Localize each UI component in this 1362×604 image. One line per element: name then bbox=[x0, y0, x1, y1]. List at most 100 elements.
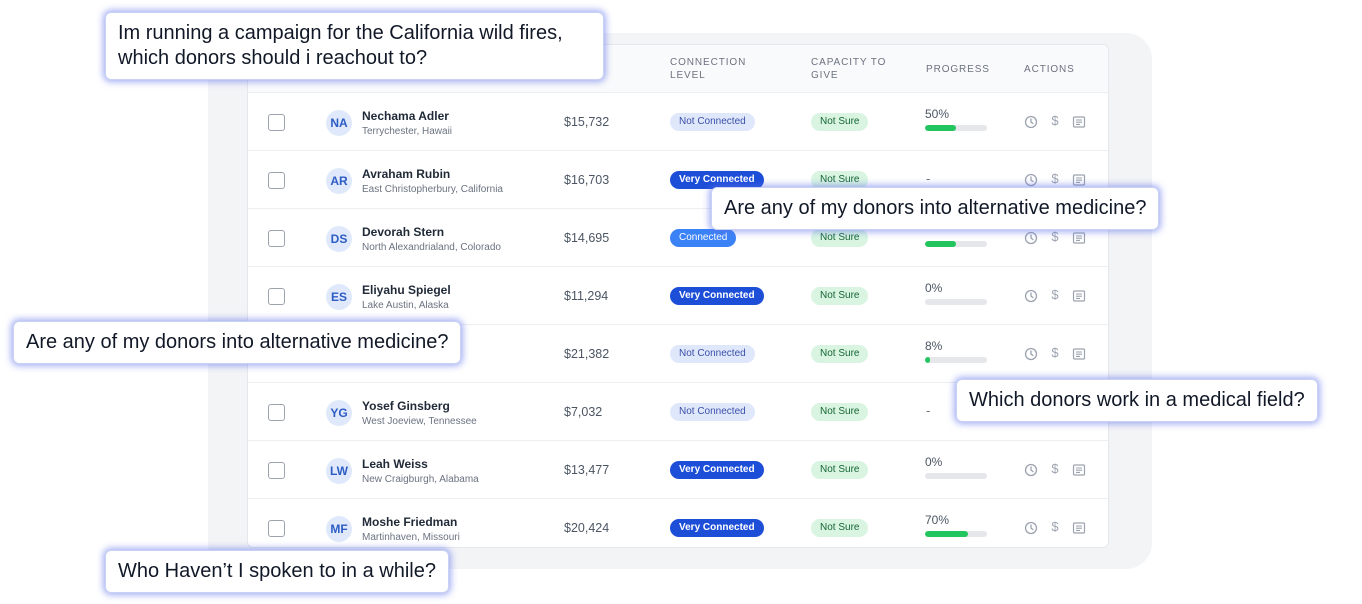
clock-icon[interactable] bbox=[1024, 115, 1038, 129]
capacity-badge: Not Sure bbox=[811, 345, 869, 363]
donor-name[interactable]: Yosef Ginsberg bbox=[362, 399, 450, 413]
progress-bar-fill bbox=[925, 357, 930, 363]
progress-bar bbox=[925, 125, 987, 131]
progress-bar bbox=[925, 531, 987, 537]
dollar-icon[interactable]: $ bbox=[1048, 287, 1062, 303]
donor-amount: $15,732 bbox=[564, 115, 610, 129]
progress-bar bbox=[925, 299, 987, 305]
avatar: NA bbox=[326, 110, 352, 136]
prompt-bubble-alt-medicine-right: Are any of my donors into alternative me… bbox=[711, 187, 1160, 230]
row-checkbox[interactable] bbox=[268, 404, 285, 421]
dollar-icon[interactable]: $ bbox=[1048, 113, 1062, 129]
donor-location: Martinhaven, Missouri bbox=[362, 532, 460, 543]
note-icon[interactable] bbox=[1072, 463, 1086, 477]
dollar-glyph: $ bbox=[1051, 287, 1059, 302]
dollar-glyph: $ bbox=[1051, 171, 1059, 186]
progress-bar-fill bbox=[925, 241, 956, 247]
donor-amount: $11,294 bbox=[564, 289, 609, 303]
row-checkbox[interactable] bbox=[268, 520, 285, 537]
progress-percent: 0% bbox=[925, 281, 943, 295]
connection-badge: Very Connected bbox=[670, 287, 764, 305]
header-connection-level[interactable]: CONNECTION LEVEL bbox=[670, 56, 746, 82]
clock-icon[interactable] bbox=[1024, 521, 1038, 535]
note-icon[interactable] bbox=[1072, 115, 1086, 129]
clock-icon[interactable] bbox=[1024, 173, 1038, 187]
capacity-badge: Not Sure bbox=[811, 113, 869, 131]
avatar: MF bbox=[326, 516, 352, 542]
connection-badge: Not Connected bbox=[670, 113, 755, 131]
table-row[interactable]: ES Eliyahu Spiegel Lake Austin, Alaska $11,… bbox=[248, 267, 1108, 325]
donor-location: Lake Austin, Alaska bbox=[362, 300, 449, 311]
table-row[interactable]: NA Nechama Adler Terrychester, Hawaii $15,7… bbox=[248, 93, 1108, 151]
donor-name[interactable]: Eliyahu Spiegel bbox=[362, 283, 451, 297]
avatar: DS bbox=[326, 226, 352, 252]
header-progress[interactable]: PROGRESS bbox=[926, 63, 990, 76]
prompt-bubble-medical-field: Which donors work in a medical field? bbox=[956, 379, 1318, 422]
row-checkbox[interactable] bbox=[268, 172, 285, 189]
note-icon[interactable] bbox=[1072, 231, 1086, 245]
progress-empty: - bbox=[926, 171, 931, 186]
connection-badge: Very Connected bbox=[670, 519, 764, 537]
donor-location: North Alexandrialand, Colorado bbox=[362, 242, 501, 253]
connection-badge: Connected bbox=[670, 229, 737, 247]
progress-bar bbox=[925, 473, 987, 479]
clock-icon[interactable] bbox=[1024, 347, 1038, 361]
header-actions: ACTIONS bbox=[1024, 64, 1075, 75]
donor-name[interactable]: Moshe Friedman bbox=[362, 515, 457, 529]
clock-icon[interactable] bbox=[1024, 231, 1038, 245]
donor-name[interactable]: Avraham Rubin bbox=[362, 167, 450, 181]
donor-location: East Christopherbury, California bbox=[362, 184, 503, 195]
dollar-icon[interactable]: $ bbox=[1048, 345, 1062, 361]
screenshot-stage: ED CONNECTION LEVEL CAPACITY TO GIVE PRO… bbox=[0, 0, 1362, 604]
progress-bar-fill bbox=[925, 531, 969, 537]
row-checkbox[interactable] bbox=[268, 462, 285, 479]
clock-icon[interactable] bbox=[1024, 289, 1038, 303]
avatar: AR bbox=[326, 168, 352, 194]
table-row[interactable]: LW Leah Weiss New Craigburgh, Alabama $13,4… bbox=[248, 441, 1108, 499]
donor-name[interactable]: Nechama Adler bbox=[362, 109, 449, 123]
donor-amount: $13,477 bbox=[564, 463, 610, 477]
donor-amount: $20,424 bbox=[564, 521, 610, 535]
donor-location: West Joeview, Tennessee bbox=[362, 416, 477, 427]
clock-icon[interactable] bbox=[1024, 463, 1038, 477]
capacity-badge: Not Sure bbox=[811, 229, 869, 247]
progress-percent: 8% bbox=[925, 339, 943, 353]
dollar-icon[interactable]: $ bbox=[1048, 461, 1062, 477]
note-icon[interactable] bbox=[1072, 521, 1086, 535]
dollar-icon[interactable]: $ bbox=[1048, 171, 1062, 187]
progress-percent: 50% bbox=[925, 107, 950, 121]
donor-name[interactable]: Devorah Stern bbox=[362, 225, 444, 239]
progress-percent: 70% bbox=[925, 513, 950, 527]
donor-location: Terrychester, Hawaii bbox=[362, 126, 453, 137]
capacity-badge: Not Sure bbox=[811, 287, 869, 305]
note-icon[interactable] bbox=[1072, 289, 1086, 303]
dollar-glyph: $ bbox=[1051, 461, 1059, 476]
donor-amount: $14,695 bbox=[564, 231, 610, 245]
progress-empty: - bbox=[926, 403, 931, 418]
donor-amount: $21,382 bbox=[564, 347, 610, 361]
row-checkbox[interactable] bbox=[268, 114, 285, 131]
row-checkbox[interactable] bbox=[268, 230, 285, 247]
prompt-bubble-alt-medicine-left: Are any of my donors into alternative me… bbox=[13, 321, 462, 364]
table-row[interactable]: MF Moshe Friedman Martinhaven, Missouri $20… bbox=[248, 499, 1108, 547]
connection-badge: Not Connected bbox=[670, 403, 755, 421]
row-checkbox[interactable] bbox=[268, 288, 285, 305]
donor-amount: $16,703 bbox=[564, 173, 610, 187]
header-capacity-to-give[interactable]: CAPACITY TO GIVE bbox=[811, 56, 886, 82]
dollar-icon[interactable]: $ bbox=[1048, 519, 1062, 535]
donor-name[interactable]: Leah Weiss bbox=[362, 457, 428, 471]
note-icon[interactable] bbox=[1072, 347, 1086, 361]
dollar-icon[interactable]: $ bbox=[1048, 229, 1062, 245]
dollar-glyph: $ bbox=[1051, 345, 1059, 360]
progress-bar-fill bbox=[925, 125, 956, 131]
dollar-glyph: $ bbox=[1051, 229, 1059, 244]
connection-badge: Very Connected bbox=[670, 461, 764, 479]
progress-bar bbox=[925, 357, 987, 363]
prompt-bubble-spoken: Who Haven’t I spoken to in a while? bbox=[105, 550, 449, 593]
prompt-bubble-wildfire: Im running a campaign for the California… bbox=[105, 12, 604, 80]
donor-location: New Craigburgh, Alabama bbox=[362, 474, 479, 485]
note-icon[interactable] bbox=[1072, 173, 1086, 187]
dollar-glyph: $ bbox=[1051, 113, 1059, 128]
progress-bar bbox=[925, 241, 987, 247]
dollar-glyph: $ bbox=[1051, 519, 1059, 534]
